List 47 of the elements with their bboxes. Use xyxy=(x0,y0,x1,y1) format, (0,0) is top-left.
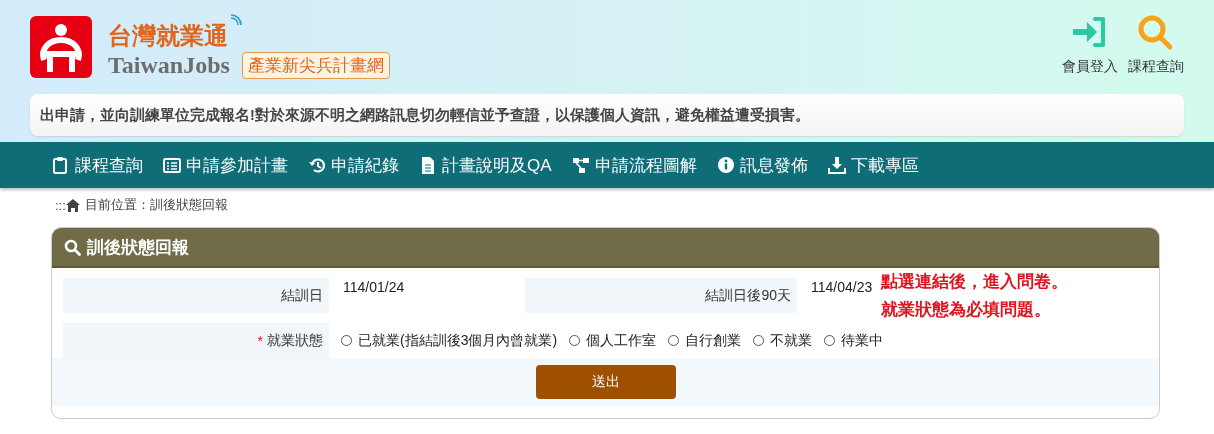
radio-label[interactable]: 已就業(指結訓後3個月內曾就業) xyxy=(358,331,558,350)
field-value: 114/01/24 xyxy=(342,278,406,297)
list-icon xyxy=(163,156,181,174)
required-mark: * xyxy=(257,332,263,349)
field-label: 就業狀態 xyxy=(267,331,323,350)
field-label: 結訓日後90天 xyxy=(705,286,791,305)
breadcrumb-marker: ::: xyxy=(55,197,66,213)
download-icon xyxy=(827,156,846,174)
submit-button[interactable]: 送出 xyxy=(535,365,676,399)
search-icon xyxy=(1137,14,1175,52)
document-icon xyxy=(419,156,437,174)
radio-button[interactable] xyxy=(341,335,352,346)
instruction-note: 就業狀態為必填問題。 xyxy=(881,299,1052,321)
notice-bar: 出申請，並向訓練單位完成報名!對於來源不明之網路訊息切勿輕信並予查證，以保護個人資訊，避免權益遭受損害。 xyxy=(30,94,1184,136)
radio-button[interactable] xyxy=(668,335,680,346)
radio-label[interactable]: 個人工作室 xyxy=(586,331,657,350)
radio-label[interactable]: 不就業 xyxy=(770,331,813,350)
nav-link[interactable]: 申請流程圖解 xyxy=(571,153,697,177)
course-search-button[interactable]: 課程查詢 xyxy=(1128,14,1184,76)
radio-button[interactable] xyxy=(569,335,581,346)
flowchart-icon xyxy=(571,156,590,174)
radio-label[interactable]: 自行創業 xyxy=(685,331,742,350)
history-icon xyxy=(308,156,326,174)
field-label: 結訓日 xyxy=(281,286,323,305)
breadcrumb-text: 目前位置：訓後狀態回報 xyxy=(84,196,228,214)
search-icon xyxy=(64,238,81,256)
signal-waves-icon xyxy=(230,14,242,26)
nav-link[interactable]: 申請紀錄 xyxy=(308,153,399,177)
radio-button[interactable] xyxy=(753,335,765,346)
instruction-note: 點選連結後，進入問卷。 xyxy=(881,271,1068,293)
site-subtitle: TaiwanJobs xyxy=(108,52,230,79)
info-icon xyxy=(716,156,735,174)
site-badge[interactable]: 產業新尖兵計畫網 xyxy=(241,52,390,79)
home-icon xyxy=(65,198,80,212)
radio-label[interactable]: 待業中 xyxy=(841,331,884,350)
panel-title: 訓後狀態回報 xyxy=(87,236,189,259)
person-logo-icon xyxy=(30,15,92,78)
nav-link[interactable]: 訊息發佈 xyxy=(716,153,808,177)
field-value: 114/04/23 xyxy=(810,278,874,297)
radio-button[interactable] xyxy=(824,335,836,346)
nav-link[interactable]: 申請參加計畫 xyxy=(163,153,288,177)
clipboard-icon xyxy=(52,156,70,174)
nav-link[interactable]: 下載專區 xyxy=(827,153,919,177)
nav-link[interactable]: 課程查詢 xyxy=(52,153,143,177)
site-title: 台灣就業通 xyxy=(108,21,228,52)
nav-link[interactable]: 計畫說明及QA xyxy=(419,153,552,177)
login-button[interactable]: 會員登入 xyxy=(1062,14,1118,76)
